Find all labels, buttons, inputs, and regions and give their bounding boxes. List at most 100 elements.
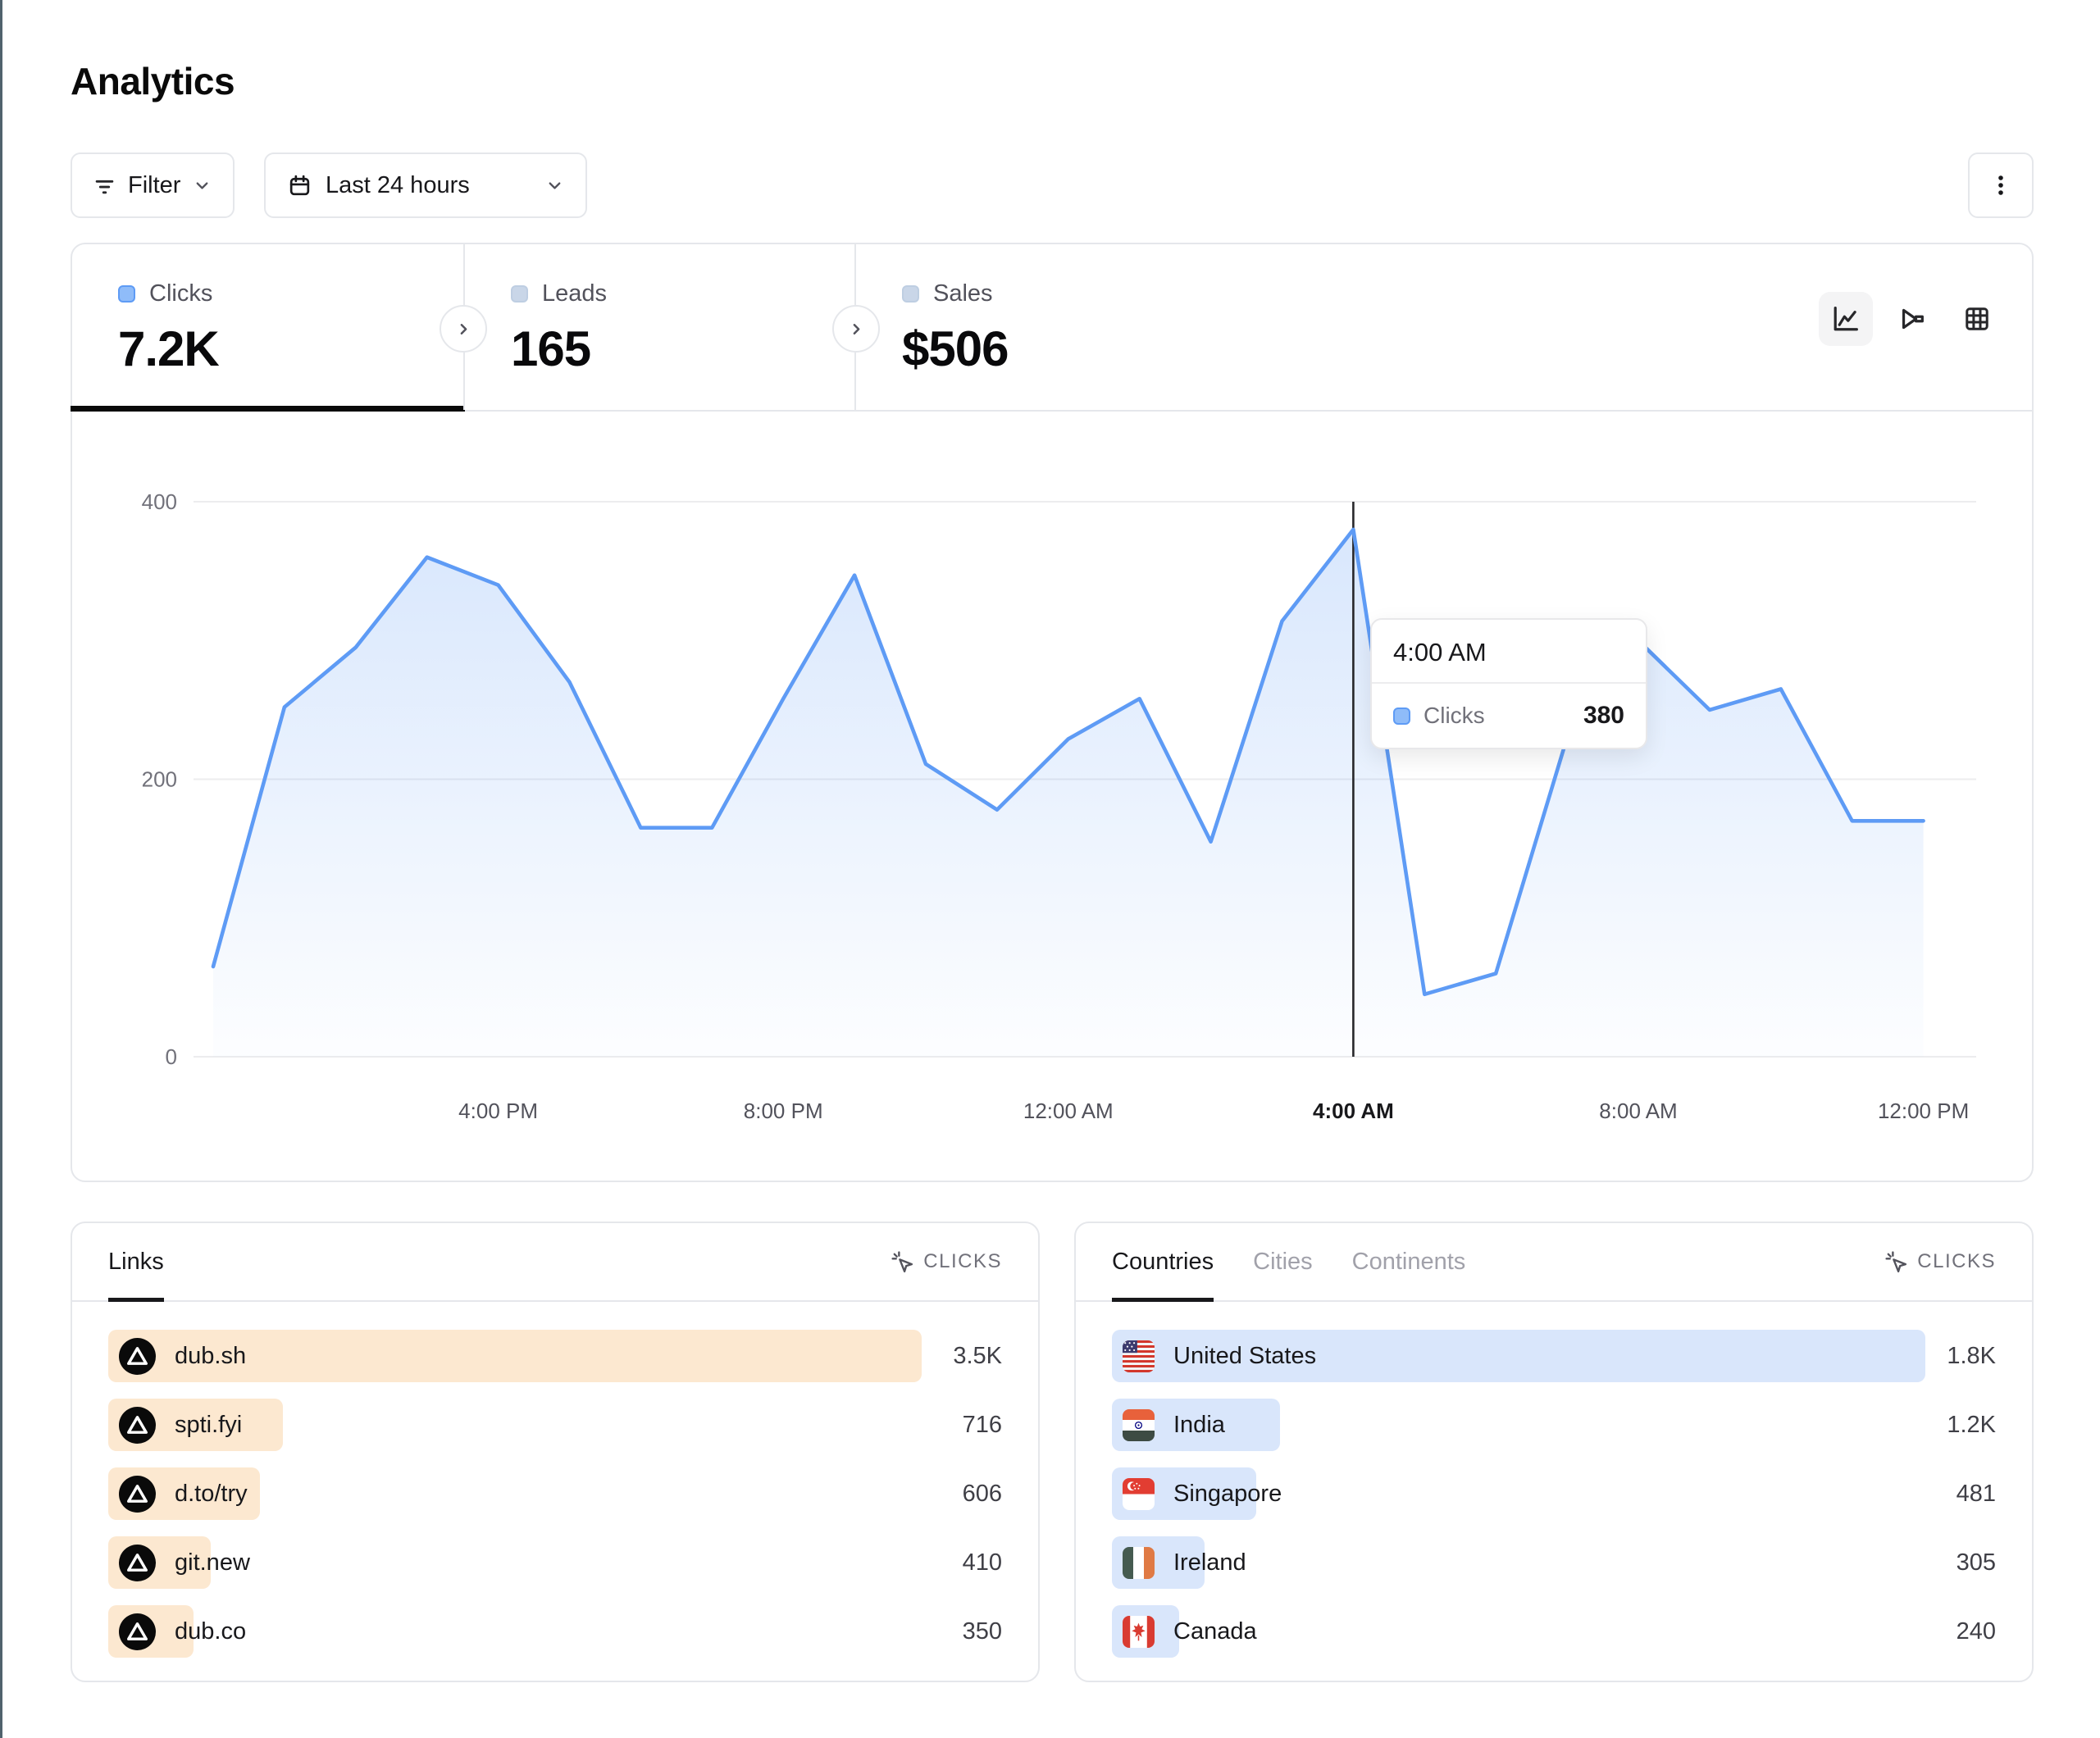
tab-leads[interactable]: Leads 165 [463, 244, 854, 410]
link-clicks: 3.5K [953, 1343, 1002, 1370]
us-flag-icon [1123, 1340, 1155, 1372]
clicks-area-chart[interactable]: 02004004:00 PM8:00 PM12:00 AM4:00 AM8:00… [72, 412, 2032, 1182]
link-name: git.new [175, 1549, 250, 1576]
tab-cities-label: Cities [1253, 1249, 1313, 1276]
link-name: dub.sh [175, 1343, 246, 1370]
links-metric-label: CLICKS [923, 1250, 1002, 1273]
stat-value: $506 [902, 321, 1281, 377]
tooltip-series-name: Clicks [1424, 703, 1570, 729]
dub-logo-icon [119, 1476, 156, 1513]
table-view-button[interactable] [1950, 292, 2004, 346]
countries-panel: Countries Cities Continents CLICKS [1074, 1222, 2034, 1682]
dub-logo-icon [119, 1407, 156, 1444]
svg-text:4:00 AM: 4:00 AM [1313, 1099, 1394, 1123]
chart-plot: 02004004:00 PM8:00 PM12:00 AM4:00 AM8:00… [72, 412, 2032, 1182]
svg-text:0: 0 [166, 1044, 177, 1069]
chart-series [213, 502, 1924, 1057]
stat-label: Leads [542, 280, 607, 307]
country-name: Singapore [1173, 1481, 1282, 1508]
date-range-button[interactable]: Last 24 hours [264, 152, 587, 218]
country-row[interactable]: Ireland 305 [1112, 1536, 1996, 1589]
country-row[interactable]: India 1.2K [1112, 1399, 1996, 1451]
link-row[interactable]: spti.fyi 716 [108, 1399, 1002, 1451]
chevron-right-icon [454, 320, 473, 339]
expand-sales-button[interactable] [832, 305, 880, 353]
filter-button[interactable]: Filter [71, 152, 235, 218]
link-row[interactable]: dub.co 350 [108, 1605, 1002, 1658]
tab-clicks[interactable]: Clicks 7.2K [72, 244, 463, 410]
more-options-button[interactable] [1968, 152, 2034, 218]
svg-text:8:00 AM: 8:00 AM [1599, 1099, 1677, 1123]
sales-series-swatch-icon [902, 285, 919, 303]
tab-cities[interactable]: Cities [1253, 1223, 1313, 1300]
expand-leads-button[interactable] [440, 305, 487, 353]
kebab-menu-icon [1986, 171, 2016, 200]
country-row[interactable]: Canada 240 [1112, 1605, 1996, 1658]
tab-links[interactable]: Links [108, 1223, 164, 1300]
stat-label: Sales [933, 280, 993, 307]
links-panel: Links CLICKS dub.sh 3.5K [71, 1222, 1040, 1682]
line-chart-icon [1829, 303, 1862, 335]
tab-links-label: Links [108, 1249, 164, 1276]
singapore-flag-icon [1123, 1478, 1155, 1510]
link-name: d.to/try [175, 1481, 248, 1508]
dub-logo-icon [119, 1545, 156, 1581]
page-title: Analytics [71, 59, 235, 103]
countries-rows: United States 1.8K India 1.2K [1076, 1302, 2032, 1658]
stat-value: 165 [511, 321, 854, 377]
country-clicks: 240 [1957, 1618, 1996, 1645]
tab-countries-label: Countries [1112, 1249, 1214, 1276]
chevron-down-icon [193, 176, 212, 195]
svg-text:4:00 PM: 4:00 PM [458, 1099, 538, 1123]
country-name: United States [1173, 1343, 1316, 1370]
svg-text:400: 400 [142, 489, 177, 514]
cursor-click-icon [890, 1249, 915, 1275]
country-row[interactable]: Singapore 481 [1112, 1467, 1996, 1520]
country-name: Canada [1173, 1618, 1257, 1645]
window-edge-strip [0, 0, 2, 1738]
stats-tabs-row: Clicks 7.2K Leads 165 Sales $506 [72, 244, 2032, 412]
country-name: Ireland [1173, 1549, 1246, 1576]
link-name: spti.fyi [175, 1412, 242, 1439]
country-clicks: 305 [1957, 1549, 1996, 1576]
links-rows: dub.sh 3.5K spti.fyi 716 d.to/try 606 gi… [72, 1302, 1038, 1658]
india-flag-icon [1123, 1409, 1155, 1441]
link-clicks: 350 [963, 1618, 1002, 1645]
chart-view-toggles [1819, 292, 2004, 346]
ireland-flag-icon [1123, 1547, 1155, 1579]
analytics-card: Clicks 7.2K Leads 165 Sales $506 [71, 243, 2034, 1182]
leads-series-swatch-icon [511, 285, 528, 303]
dub-logo-icon [119, 1338, 156, 1375]
link-row[interactable]: git.new 410 [108, 1536, 1002, 1589]
country-name: India [1173, 1412, 1225, 1439]
dub-logo-icon [119, 1613, 156, 1650]
clicks-series-swatch-icon [1393, 707, 1410, 725]
country-row[interactable]: United States 1.8K [1112, 1330, 1996, 1382]
tab-countries[interactable]: Countries [1112, 1223, 1214, 1300]
tab-sales[interactable]: Sales $506 [854, 244, 1281, 410]
countries-panel-header: Countries Cities Continents CLICKS [1076, 1223, 2032, 1302]
link-row[interactable]: dub.sh 3.5K [108, 1330, 1002, 1382]
link-clicks: 606 [963, 1481, 1002, 1508]
clicks-series-swatch-icon [118, 285, 135, 303]
chevron-down-icon [545, 176, 564, 195]
svg-text:8:00 PM: 8:00 PM [744, 1099, 823, 1123]
canada-flag-icon [1123, 1616, 1155, 1648]
link-clicks: 716 [963, 1412, 1002, 1439]
date-range-label: Last 24 hours [326, 172, 532, 199]
tooltip-value: 380 [1583, 702, 1624, 730]
tooltip-time-label: 4:00 AM [1372, 620, 1646, 684]
links-metric-selector[interactable]: CLICKS [890, 1249, 1002, 1275]
filter-button-label: Filter [128, 172, 180, 199]
country-clicks: 1.2K [1947, 1412, 1996, 1439]
line-chart-view-button[interactable] [1819, 292, 1873, 346]
cursor-click-icon [1884, 1249, 1909, 1275]
calendar-icon [287, 173, 312, 198]
table-grid-icon [1961, 303, 1993, 335]
stat-value: 7.2K [118, 321, 463, 377]
funnel-view-button[interactable] [1884, 292, 1938, 346]
country-clicks: 1.8K [1947, 1343, 1996, 1370]
link-row[interactable]: d.to/try 606 [108, 1467, 1002, 1520]
countries-metric-selector[interactable]: CLICKS [1884, 1249, 1996, 1275]
tab-continents[interactable]: Continents [1352, 1223, 1466, 1300]
